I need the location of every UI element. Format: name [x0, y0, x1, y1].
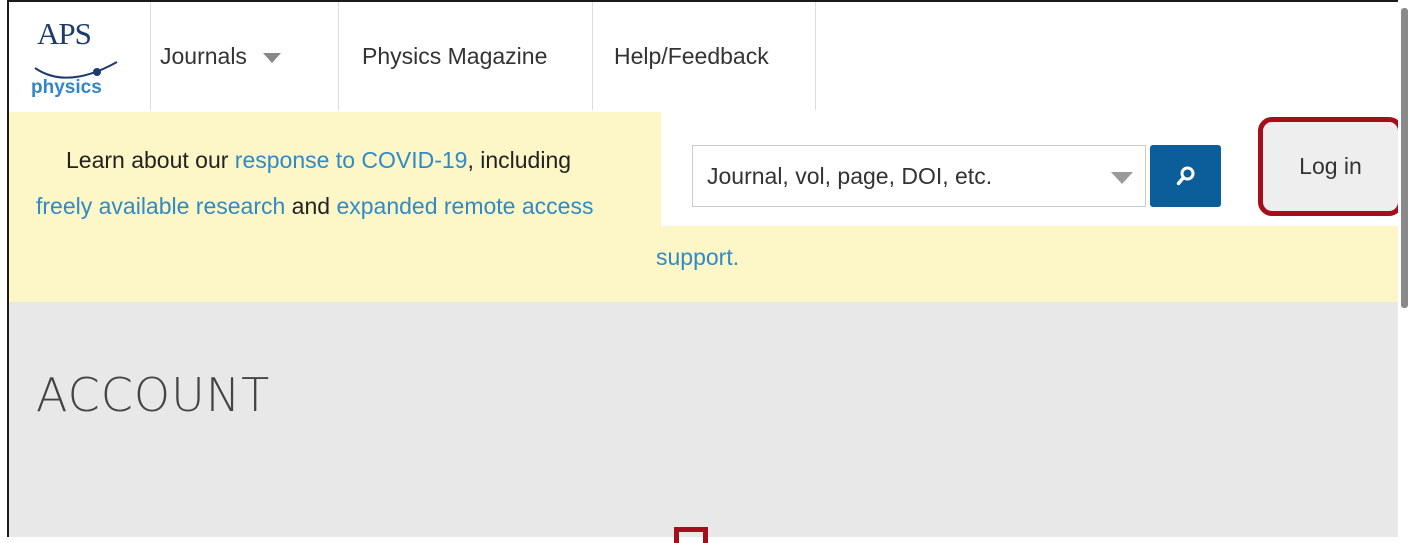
logo-physics-text: physics: [31, 77, 102, 98]
nav-divider: [150, 2, 151, 110]
aps-physics-logo[interactable]: APS physics: [27, 16, 122, 106]
nav-journals-label: Journals: [160, 42, 247, 69]
highlight-marker: [674, 527, 708, 543]
covid-response-link[interactable]: response to COVID-19: [235, 147, 468, 173]
nav-journals[interactable]: Journals: [160, 2, 281, 110]
search-box[interactable]: [692, 145, 1146, 207]
chevron-down-icon: [262, 53, 281, 63]
chevron-down-icon[interactable]: [1111, 172, 1133, 184]
remote-access-support-link[interactable]: support.: [656, 244, 739, 270]
free-research-link[interactable]: freely available research: [36, 193, 285, 219]
logo-aps-text: APS: [37, 16, 92, 51]
nav-physics-magazine[interactable]: Physics Magazine: [362, 2, 547, 110]
banner-line-1: Learn about our response to COVID-19, in…: [66, 147, 571, 174]
banner-text: and: [285, 193, 337, 219]
scrollbar-thumb[interactable]: [1401, 8, 1408, 308]
nav-divider: [338, 2, 339, 110]
banner-text: , including: [467, 147, 572, 173]
remote-access-link[interactable]: expanded remote access: [336, 193, 593, 219]
nav-divider: [815, 2, 816, 110]
banner-text: Learn about our: [66, 147, 235, 173]
banner-line-3: support.: [656, 244, 739, 271]
page-title: ACCOUNT: [36, 368, 271, 422]
login-button[interactable]: Log in: [1258, 117, 1403, 216]
nav-divider: [592, 2, 593, 110]
nav-help-feedback[interactable]: Help/Feedback: [614, 2, 769, 110]
search-input[interactable]: [707, 146, 1087, 206]
nav-physics-magazine-label: Physics Magazine: [362, 42, 548, 69]
banner-line-2: freely available research and expanded r…: [36, 193, 593, 220]
search-button[interactable]: [1150, 145, 1221, 207]
nav-help-feedback-label: Help/Feedback: [614, 42, 769, 69]
search-icon: [1176, 166, 1194, 186]
